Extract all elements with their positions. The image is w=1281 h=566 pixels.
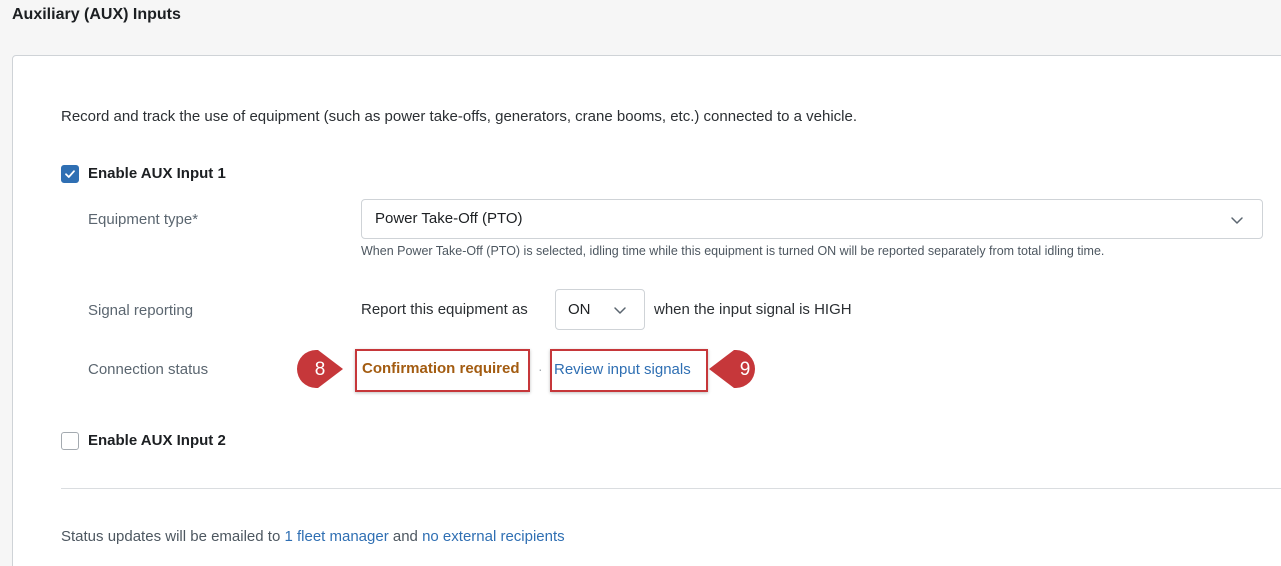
footer-prefix: Status updates will be emailed to [61,528,281,545]
footer-notice: Status updates will be emailed to 1 flee… [61,528,565,545]
status-separator: · [538,361,543,377]
signal-state-select[interactable]: ON [555,289,645,330]
signal-reporting-suffix: when the input signal is HIGH [654,301,852,318]
connection-status-label: Connection status [88,361,209,378]
equipment-type-select[interactable]: Power Take-Off (PTO) [361,199,1263,239]
section-title: Auxiliary (AUX) Inputs [12,6,181,23]
divider [61,488,1281,489]
equipment-type-label: Equipment type* [88,211,199,228]
chevron-down-icon [614,307,626,314]
footer-middle: and [392,528,418,545]
annotation-badge-9: 9 [709,350,755,388]
review-input-signals-link[interactable]: Review input signals [554,361,691,378]
check-icon [65,170,75,178]
aux-inputs-panel: Record and track the use of equipment (s… [12,55,1281,566]
aux1-checkbox[interactable] [61,165,79,183]
signal-reporting-label: Signal reporting [88,302,194,319]
equipment-type-value: Power Take-Off (PTO) [375,210,523,227]
fleet-manager-link[interactable]: 1 fleet manager [284,528,388,545]
external-recipients-link[interactable]: no external recipients [422,528,565,545]
annotation-badge-9-label: 9 [740,359,751,380]
description-text: Record and track the use of equipment (s… [61,108,857,125]
equipment-type-helper: When Power Take-Off (PTO) is selected, i… [361,244,1105,258]
signal-reporting-prefix: Report this equipment as [361,301,528,318]
signal-state-value: ON [568,301,591,318]
aux1-checkbox-label[interactable]: Enable AUX Input 1 [88,165,226,182]
aux2-checkbox-label[interactable]: Enable AUX Input 2 [88,432,226,449]
annotation-badge-8-label: 8 [315,359,326,380]
connection-status-value: Confirmation required [362,360,520,377]
chevron-down-icon [1231,217,1243,224]
annotation-badge-8: 8 [297,350,343,388]
aux2-checkbox[interactable] [61,432,79,450]
